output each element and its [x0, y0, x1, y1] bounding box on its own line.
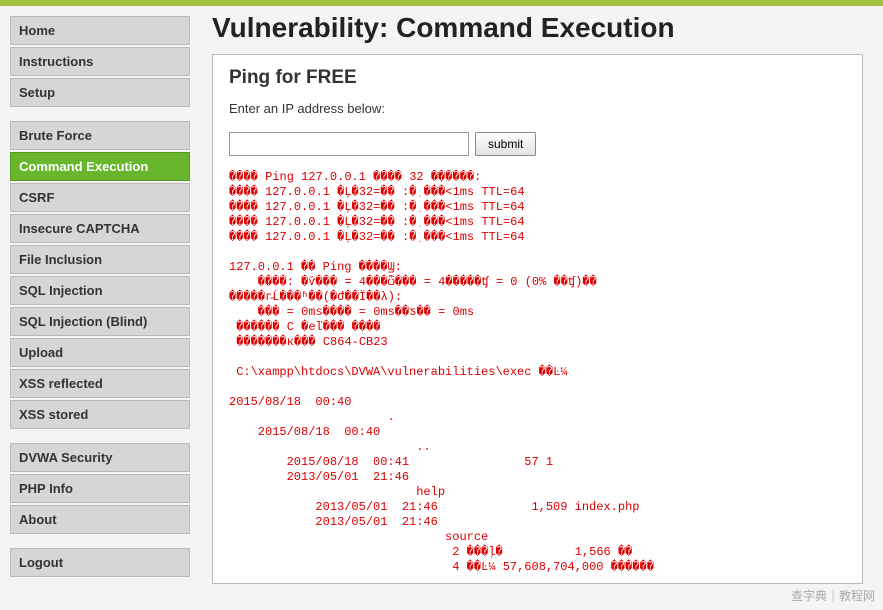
- sidebar-item-home[interactable]: Home: [10, 16, 190, 45]
- sidebar-item-upload[interactable]: Upload: [10, 338, 190, 367]
- sidebar-item-sql-injection-blind[interactable]: SQL Injection (Blind): [10, 307, 190, 336]
- sidebar-item-setup[interactable]: Setup: [10, 78, 190, 107]
- sidebar-item-instructions[interactable]: Instructions: [10, 47, 190, 76]
- sidebar-item-file-inclusion[interactable]: File Inclusion: [10, 245, 190, 274]
- content-panel: Ping for FREE Enter an IP address below:…: [212, 54, 863, 584]
- sidebar-item-brute-force[interactable]: Brute Force: [10, 121, 190, 150]
- page-title: Vulnerability: Command Execution: [212, 12, 863, 44]
- command-output: ���� Ping 127.0.0.1 ���� 32 �ֽ�����: ���…: [229, 170, 846, 575]
- sidebar-item-xss-stored[interactable]: XSS stored: [10, 400, 190, 429]
- ping-form: submit: [229, 132, 846, 156]
- sidebar-item-about[interactable]: About: [10, 505, 190, 534]
- sidebar-item-xss-reflected[interactable]: XSS reflected: [10, 369, 190, 398]
- panel-heading: Ping for FREE: [229, 67, 846, 89]
- sidebar-item-csrf[interactable]: CSRF: [10, 183, 190, 212]
- submit-button[interactable]: submit: [475, 132, 536, 156]
- panel-instruction: Enter an IP address below:: [229, 101, 846, 116]
- sidebar-item-logout[interactable]: Logout: [10, 548, 190, 577]
- sidebar-item-command-execution[interactable]: Command Execution: [10, 152, 190, 181]
- sidebar-item-php-info[interactable]: PHP Info: [10, 474, 190, 503]
- ip-input[interactable]: [229, 132, 469, 156]
- sidebar-item-sql-injection[interactable]: SQL Injection: [10, 276, 190, 305]
- sidebar-item-dvwa-security[interactable]: DVWA Security: [10, 443, 190, 472]
- sidebar: Home Instructions Setup Brute Force Comm…: [0, 12, 200, 591]
- sidebar-item-insecure-captcha[interactable]: Insecure CAPTCHA: [10, 214, 190, 243]
- main-content: Vulnerability: Command Execution Ping fo…: [200, 12, 883, 591]
